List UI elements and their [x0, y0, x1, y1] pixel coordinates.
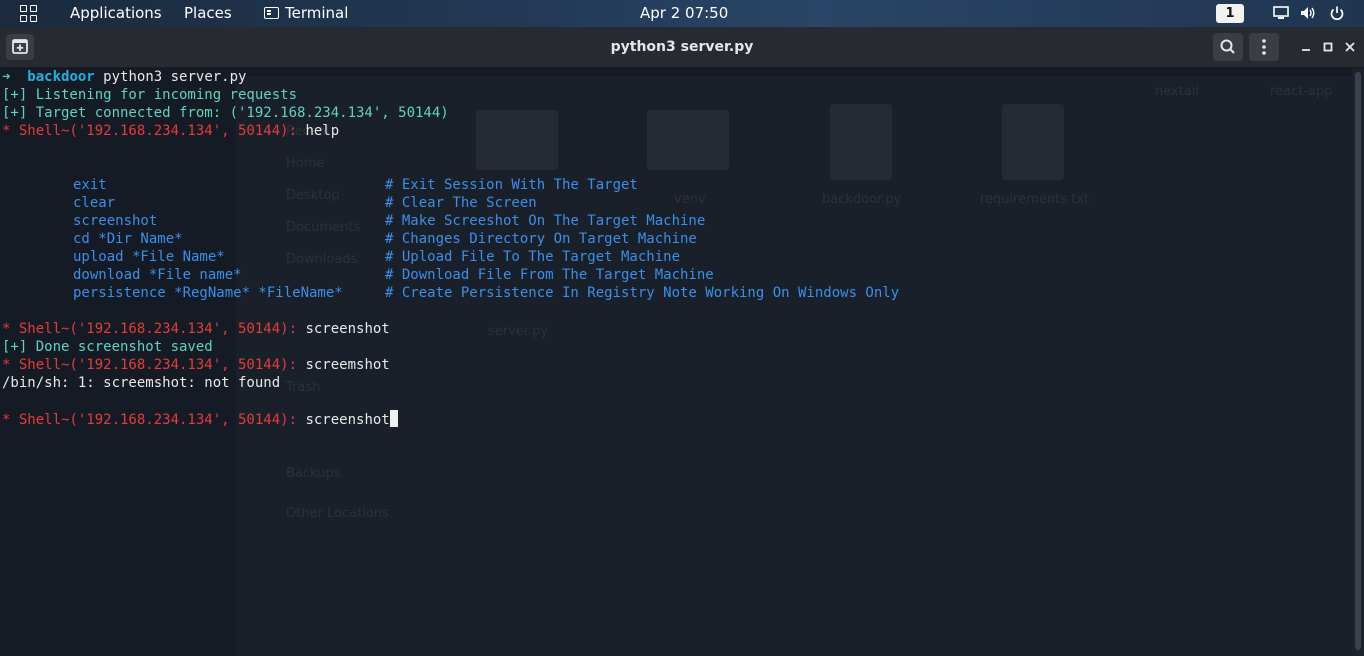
- typed-command: screemshot: [305, 357, 390, 373]
- background-file-manager: [236, 76, 1352, 656]
- help-row: upload *File Name* # Upload File To The T…: [0, 248, 1350, 266]
- done-line: [+] Done screenshot saved: [2, 339, 213, 355]
- shell-line-help: * Shell~('192.168.234.134', 50144): help: [2, 122, 339, 140]
- terminal-output[interactable]: nextail react-app venv backdoor.py requi…: [0, 68, 1352, 656]
- help-description: # Exit Session With The Target: [385, 177, 638, 193]
- shell-prompt: * Shell~('192.168.234.134', 50144):: [2, 321, 298, 337]
- terminal-menu-label: Terminal: [285, 4, 349, 22]
- shell-line-screenshot: * Shell~('192.168.234.134', 50144): scre…: [2, 320, 390, 338]
- ghost-folder: [476, 110, 558, 170]
- prompt-directory: backdoor: [27, 69, 95, 85]
- help-description: # Make Screeshot On The Target Machine: [385, 213, 706, 229]
- maximize-icon[interactable]: [1321, 40, 1335, 54]
- help-description: # Changes Directory On Target Machine: [385, 231, 697, 247]
- display-icon[interactable]: [1273, 6, 1289, 20]
- help-row: persistence *RegName* *FileName* # Create…: [0, 284, 1350, 302]
- listening-line: [+] Listening for incoming requests: [2, 87, 298, 103]
- scrollbar-thumb[interactable]: [1355, 72, 1361, 650]
- applications-menu[interactable]: Applications: [70, 0, 162, 27]
- prompt-arrow: ➜: [2, 69, 11, 85]
- error-line: /bin/sh: 1: screemshot: not found: [2, 375, 281, 391]
- help-description: # Upload File To The Target Machine: [385, 249, 681, 265]
- help-description: # Create Persistence In Registry Note Wo…: [385, 285, 900, 301]
- kebab-menu-icon: [1262, 39, 1266, 55]
- help-command: cd *Dir Name*: [73, 231, 183, 247]
- help-row: download *File name* # Download File From…: [0, 266, 1350, 284]
- ghost-sidebar-item: Trash: [286, 380, 321, 395]
- shell-line-typo: * Shell~('192.168.234.134', 50144): scre…: [2, 356, 390, 374]
- ghost-label: react-app: [1270, 84, 1333, 99]
- ghost-file: [830, 104, 892, 180]
- launch-command: python3 server.py: [103, 69, 247, 85]
- text-cursor: [389, 410, 398, 427]
- minimize-icon[interactable]: [1299, 40, 1313, 54]
- help-description: # Clear The Screen: [385, 195, 537, 211]
- help-command: upload *File Name*: [73, 249, 225, 265]
- help-row: exit # Exit Session With The Target: [0, 176, 1350, 194]
- shell-line-current[interactable]: * Shell~('192.168.234.134', 50144): scre…: [2, 410, 398, 428]
- menu-button[interactable]: [1249, 33, 1279, 61]
- new-tab-icon: [12, 39, 28, 54]
- help-row: screenshot # Make Screeshot On The Target…: [0, 212, 1350, 230]
- terminal-app-menu[interactable]: Terminal: [264, 0, 348, 27]
- help-command: screenshot: [73, 213, 158, 229]
- clock[interactable]: Apr 2 07:50: [640, 0, 728, 27]
- ghost-sidebar-item: Backups: [286, 466, 341, 481]
- typed-command: help: [305, 123, 340, 139]
- connected-line: [+] Target connected from: ('192.168.234…: [2, 105, 449, 121]
- shell-prompt: * Shell~('192.168.234.134', 50144):: [2, 123, 298, 139]
- prompt-line: ➜ backdoor python3 server.py: [2, 68, 246, 86]
- shell-prompt: * Shell~('192.168.234.134', 50144):: [2, 357, 298, 373]
- volume-icon[interactable]: [1300, 6, 1316, 20]
- top-panel: Applications Places Terminal Apr 2 07:50…: [0, 0, 1364, 27]
- power-icon[interactable]: [1329, 6, 1345, 20]
- places-menu[interactable]: Places: [184, 0, 232, 27]
- help-command: exit: [73, 177, 107, 193]
- help-description: # Download File From The Target Machine: [385, 267, 714, 283]
- workspace-indicator[interactable]: 1: [1216, 4, 1244, 23]
- ghost-sidebar-item: Home: [286, 156, 325, 171]
- ghost-label: server.py: [488, 324, 549, 339]
- typed-command: screenshot: [305, 321, 390, 337]
- search-icon: [1220, 39, 1235, 54]
- help-row: clear # Clear The Screen: [0, 194, 1350, 212]
- new-tab-button[interactable]: [6, 34, 34, 60]
- current-input[interactable]: screenshot: [305, 412, 389, 428]
- terminal-icon: [264, 7, 279, 19]
- ghost-file: [1002, 104, 1064, 180]
- terminal-scrollbar[interactable]: [1352, 68, 1364, 656]
- help-command: download *File name*: [73, 267, 242, 283]
- window-title: python3 server.py: [610, 39, 754, 55]
- terminal-header-bar: python3 server.py: [0, 27, 1364, 68]
- help-row: cd *Dir Name* # Changes Directory On Targ…: [0, 230, 1350, 248]
- activities-grid-icon[interactable]: [20, 5, 38, 23]
- ghost-folder: [647, 110, 729, 170]
- help-command: clear: [73, 195, 116, 211]
- help-command: persistence *RegName* *FileName*: [73, 285, 343, 301]
- close-icon[interactable]: [1343, 40, 1357, 54]
- shell-prompt: * Shell~('192.168.234.134', 50144):: [2, 412, 298, 428]
- ghost-sidebar-item: Other Locations: [286, 506, 389, 521]
- ghost-label: nextail: [1155, 84, 1199, 99]
- search-button[interactable]: [1213, 33, 1243, 61]
